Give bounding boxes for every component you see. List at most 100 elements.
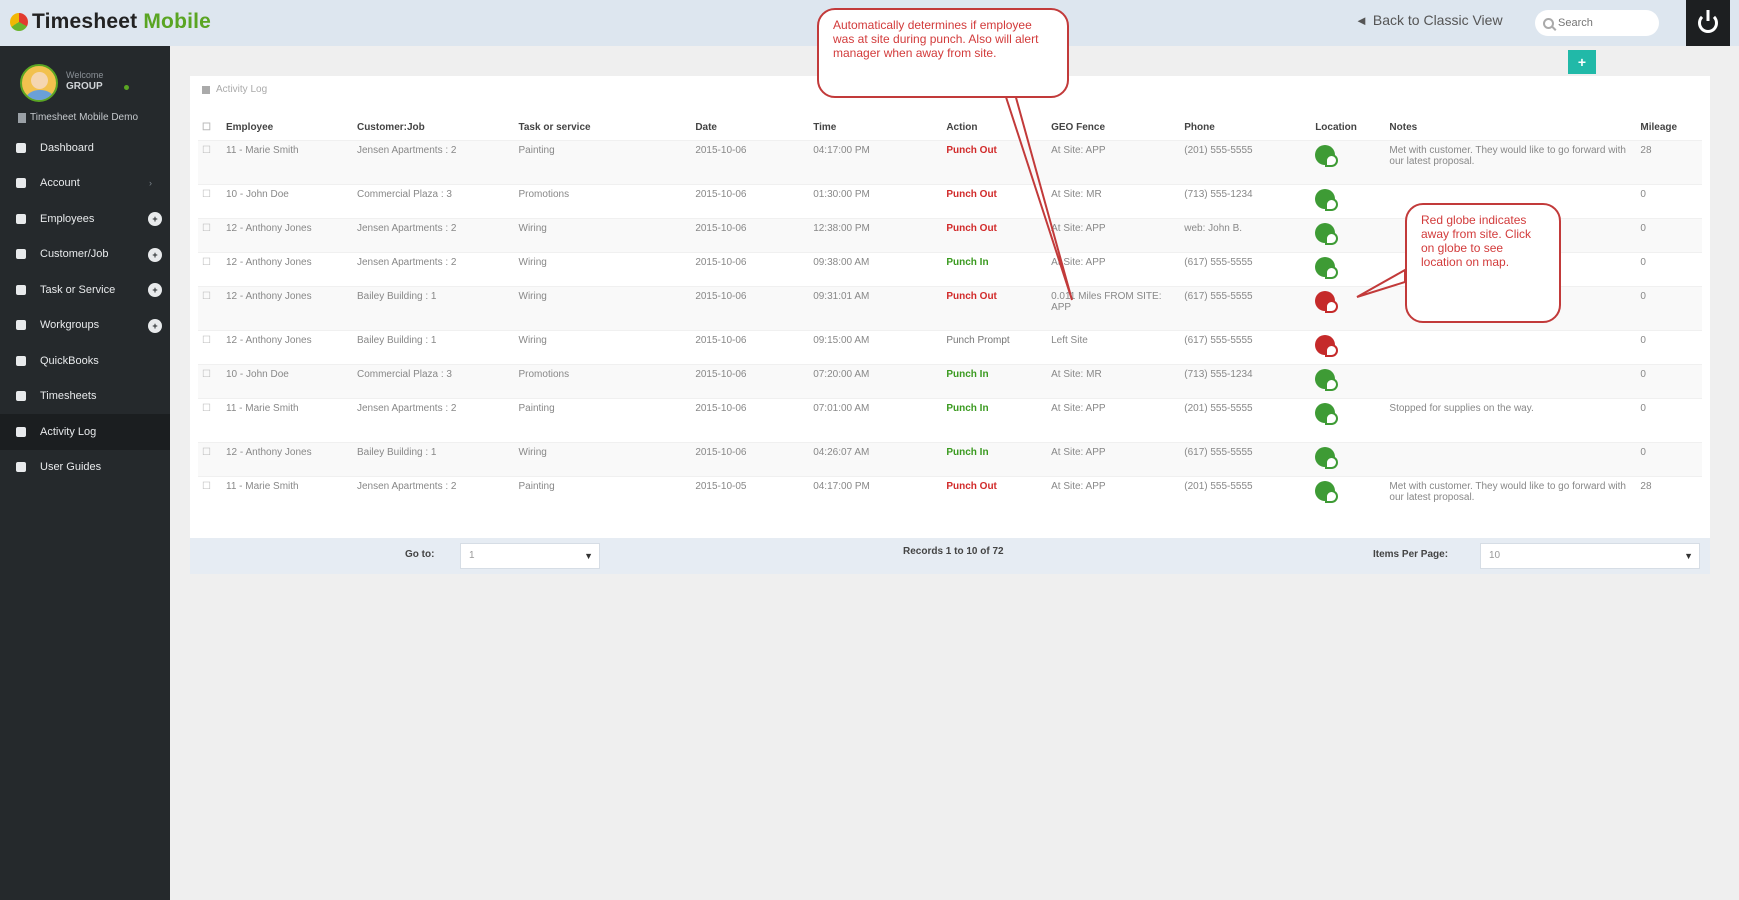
green-globe-icon[interactable] xyxy=(1315,222,1339,245)
row-checkbox[interactable]: ☐ xyxy=(198,251,222,286)
table-row[interactable]: ☐ 12 - Anthony Jones Bailey Building : 1 Wi… xyxy=(198,441,1702,476)
row-checkbox[interactable]: ☐ xyxy=(198,329,222,364)
phone-cell: (617) 555-5555 xyxy=(1180,251,1312,286)
phone-cell: web: John B. xyxy=(1180,217,1312,252)
app-logo[interactable]: Timesheet Mobile xyxy=(10,10,211,34)
column-header[interactable]: Customer:Job xyxy=(353,116,515,140)
goto-page-select[interactable]: 1 ▼ xyxy=(460,543,600,569)
column-header[interactable]: GEO Fence xyxy=(1047,116,1180,140)
green-globe-icon[interactable] xyxy=(1315,446,1339,469)
building-icon xyxy=(18,112,26,123)
red-globe-icon[interactable] xyxy=(1315,334,1339,357)
geo-cell: At Site: APP xyxy=(1047,475,1181,520)
sidebar-item-dashboard[interactable]: Dashboard xyxy=(0,130,170,166)
column-header[interactable]: Action xyxy=(942,116,1047,140)
row-checkbox[interactable]: ☐ xyxy=(198,397,222,442)
column-header[interactable]: Mileage xyxy=(1636,116,1702,140)
geo-cell: At Site: MR xyxy=(1047,183,1181,218)
mileage-cell: 0 xyxy=(1636,397,1702,442)
sidebar-item-label: Account xyxy=(40,177,80,190)
add-button[interactable]: + xyxy=(1568,50,1596,74)
job-cell: Jensen Apartments : 2 xyxy=(352,475,515,520)
table-row[interactable]: ☐ 11 - Marie Smith Jensen Apartments : 2 Pa… xyxy=(198,475,1702,520)
column-header[interactable]: Phone xyxy=(1180,116,1311,140)
row-checkbox[interactable]: ☐ xyxy=(198,285,222,330)
add-icon[interactable]: + xyxy=(148,283,162,297)
location-cell xyxy=(1311,475,1386,520)
logout-button[interactable] xyxy=(1686,0,1730,46)
row-checkbox[interactable]: ☐ xyxy=(198,363,222,398)
logo-text: Timesheet xyxy=(32,10,138,33)
user-profile[interactable]: Welcome GROUP xyxy=(20,64,160,104)
time-cell: 09:15:00 AM xyxy=(809,329,943,364)
sidebar-item-quickbooks[interactable]: QuickBooks xyxy=(0,343,170,379)
date-cell: 2015-10-06 xyxy=(691,217,810,252)
green-globe-icon[interactable] xyxy=(1315,368,1339,391)
row-checkbox[interactable]: ☐ xyxy=(198,475,222,520)
column-header[interactable]: Date xyxy=(691,116,809,140)
location-cell xyxy=(1311,363,1386,398)
task-cell: Painting xyxy=(514,475,692,520)
table-row[interactable]: ☐ 12 - Anthony Jones Bailey Building : 1 Wi… xyxy=(198,329,1702,364)
column-header[interactable]: Notes xyxy=(1385,116,1636,140)
sidebar-item-user-guides[interactable]: User Guides xyxy=(0,450,170,486)
time-cell: 09:31:01 AM xyxy=(809,285,943,330)
account-icon xyxy=(16,178,26,189)
job-cell: Jensen Apartments : 2 xyxy=(352,139,515,184)
sidebar-item-account[interactable]: Account › xyxy=(0,166,170,202)
date-cell: 2015-10-06 xyxy=(691,183,810,218)
back-to-classic-link[interactable]: ◄ Back to Classic View xyxy=(1355,12,1503,28)
row-checkbox[interactable]: ☐ xyxy=(198,441,222,476)
column-header[interactable]: Employee xyxy=(222,116,353,140)
employee-cell: 12 - Anthony Jones xyxy=(222,217,353,252)
red-globe-icon[interactable] xyxy=(1315,290,1339,313)
avatar xyxy=(20,64,58,102)
add-icon[interactable]: + xyxy=(148,247,162,262)
green-globe-icon[interactable] xyxy=(1315,188,1339,211)
green-globe-icon[interactable] xyxy=(1315,144,1339,167)
green-globe-icon[interactable] xyxy=(1315,402,1339,425)
table-body: ☐ 11 - Marie Smith Jensen Apartments : 2 Pa… xyxy=(198,139,1702,520)
sidebar-item-employees[interactable]: Employees + xyxy=(0,201,170,237)
sidebar-item-label: Activity Log xyxy=(40,425,97,438)
mileage-cell: 0 xyxy=(1636,251,1702,286)
sidebar-item-label: Dashboard xyxy=(40,141,94,154)
column-header[interactable]: Task or service xyxy=(515,116,692,140)
caret-down-icon: ▼ xyxy=(1684,551,1693,561)
select-all-checkbox[interactable]: ☐ xyxy=(198,116,222,140)
column-header[interactable]: Location xyxy=(1311,116,1385,140)
items-per-page-label: Items Per Page: xyxy=(1373,549,1449,560)
phone-cell: (617) 555-5555 xyxy=(1180,329,1312,364)
table-row[interactable]: ☐ 11 - Marie Smith Jensen Apartments : 2 Pa… xyxy=(198,397,1702,442)
timesheets-icon xyxy=(16,391,26,402)
table-row[interactable]: ☐ 11 - Marie Smith Jensen Apartments : 2 Pa… xyxy=(198,139,1702,184)
row-checkbox[interactable]: ☐ xyxy=(198,217,222,252)
row-checkbox[interactable]: ☐ xyxy=(198,183,222,218)
employee-cell: 11 - Marie Smith xyxy=(222,397,353,442)
quickbooks-icon xyxy=(16,355,26,366)
items-per-page-select[interactable]: 10 ▼ xyxy=(1480,543,1700,569)
task-icon xyxy=(16,284,26,295)
date-cell: 2015-10-06 xyxy=(691,329,810,364)
sidebar-nav: Dashboard Account › Employees + Customer/Job +… xyxy=(0,130,170,485)
sidebar-item-workgroups[interactable]: Workgroups + xyxy=(0,308,170,344)
sidebar-item-task-or-service[interactable]: Task or Service + xyxy=(0,272,170,308)
add-icon[interactable]: + xyxy=(148,212,162,226)
table-row[interactable]: ☐ 10 - John Doe Commercial Plaza : 3 Promot… xyxy=(198,363,1702,398)
sidebar-item-activity-log[interactable]: Activity Log xyxy=(0,414,170,450)
job-cell: Jensen Apartments : 2 xyxy=(352,397,515,442)
geo-cell: At Site: APP xyxy=(1047,217,1181,252)
notes-cell xyxy=(1385,363,1637,398)
date-cell: 2015-10-05 xyxy=(691,475,810,520)
row-checkbox[interactable]: ☐ xyxy=(198,139,222,184)
column-header[interactable]: Time xyxy=(809,116,942,140)
add-icon[interactable]: + xyxy=(148,318,162,333)
sidebar-item-customer-job[interactable]: Customer/Job + xyxy=(0,237,170,273)
employee-cell: 12 - Anthony Jones xyxy=(222,441,353,476)
green-globe-icon[interactable] xyxy=(1315,256,1339,279)
sidebar-item-timesheets[interactable]: Timesheets xyxy=(0,379,170,415)
search-box[interactable] xyxy=(1535,10,1659,36)
search-input[interactable] xyxy=(1558,17,1648,29)
green-globe-icon[interactable] xyxy=(1315,480,1339,503)
mileage-cell: 0 xyxy=(1636,217,1702,252)
